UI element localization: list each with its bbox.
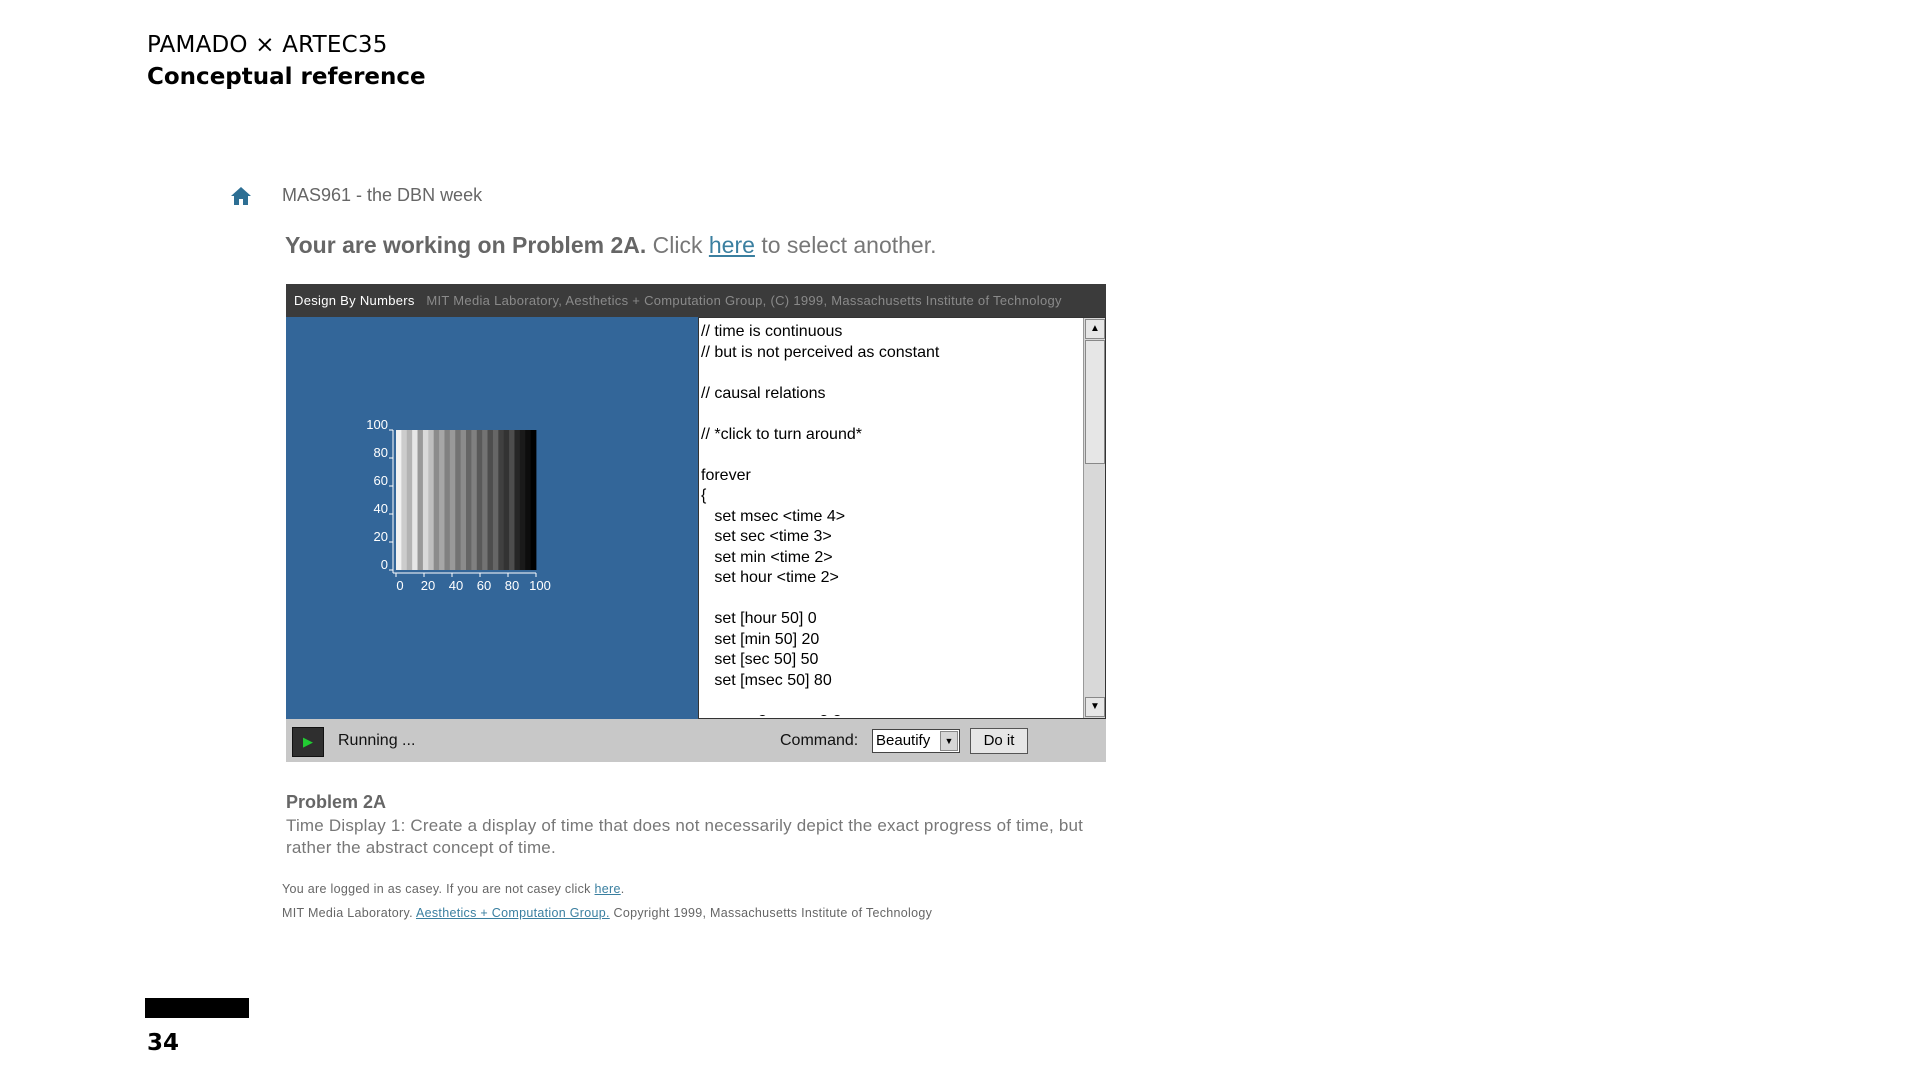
do-it-button[interactable]: Do it: [970, 728, 1028, 754]
applet-controls: ▶ Running ... Command: Beautify ▼ Do it: [286, 719, 1106, 762]
applet-titlebar: Design By Numbers MIT Media Laboratory, …: [286, 284, 1106, 317]
acg-link[interactable]: Aesthetics + Computation Group.: [416, 906, 610, 920]
footer-copy-after: Copyright 1999, Massachusetts Institute …: [609, 906, 933, 920]
y-tick-label: 40: [374, 501, 388, 516]
status-text: Running ...: [338, 732, 416, 749]
command-selected: Beautify: [876, 732, 931, 749]
scroll-down-button[interactable]: ▼: [1085, 697, 1105, 717]
page-number: 34: [147, 1030, 180, 1056]
problem-heading-strong: Your are working on Problem 2A.: [285, 232, 647, 258]
scroll-thumb[interactable]: [1085, 340, 1105, 464]
x-tick-label: 20: [421, 578, 435, 593]
slide-subtitle: Conceptual reference: [147, 64, 426, 90]
footer-login: You are logged in as casey. If you are n…: [282, 882, 625, 896]
footer-login-end: .: [620, 882, 625, 896]
problem-heading: Your are working on Problem 2A. Click he…: [285, 232, 937, 259]
y-tick-label: 60: [374, 473, 388, 488]
site-title: MAS961 - the DBN week: [282, 185, 483, 205]
plot-column: [449, 430, 456, 570]
home-icon[interactable]: [230, 185, 252, 207]
logout-link[interactable]: here: [595, 882, 621, 896]
x-tick-label: 0: [396, 578, 403, 593]
plot-column: [525, 430, 532, 570]
plot-column: [433, 430, 440, 570]
problem-heading-after: to select another.: [754, 232, 937, 258]
y-tick-label: 20: [374, 529, 388, 544]
plot-column: [439, 430, 445, 570]
code-text[interactable]: // time is continuous // but is not perc…: [701, 322, 1081, 716]
command-label: Command:: [780, 732, 859, 749]
plot-column: [503, 430, 510, 570]
x-tick-label: 80: [505, 578, 519, 593]
x-tick-label: 40: [449, 578, 463, 593]
plot-cells: [396, 430, 537, 570]
dbn-plot[interactable]: 0 20 40 60 80 100 0 20 40 60 80 100: [346, 417, 586, 617]
applet-name: Design By Numbers: [294, 293, 415, 308]
plot-column: [482, 430, 488, 570]
slide-header: PAMADO × ARTEC35 Conceptual reference: [147, 30, 426, 94]
dbn-canvas-panel[interactable]: 0 20 40 60 80 100 0 20 40 60 80 100: [286, 317, 698, 719]
code-scrollbar[interactable]: ▲ ▼: [1083, 318, 1105, 718]
plot-column: [417, 430, 424, 570]
problem-title: Problem 2A: [286, 792, 387, 812]
plot-column: [466, 430, 472, 570]
problem-description: Time Display 1: Create a display of time…: [286, 816, 1084, 857]
plot-column: [460, 430, 467, 570]
plot-column: [455, 430, 462, 570]
plot-column: [406, 430, 413, 570]
plot-column: [412, 430, 418, 570]
select-another-link[interactable]: here: [709, 232, 755, 258]
y-tick-label: 100: [366, 417, 388, 432]
play-button[interactable]: ▶: [292, 727, 324, 757]
plot-column: [428, 430, 435, 570]
plot-column: [530, 430, 537, 570]
applet-credit: MIT Media Laboratory, Aesthetics + Compu…: [426, 293, 1062, 308]
slide-brand: PAMADO × ARTEC35: [147, 32, 388, 58]
play-icon: ▶: [303, 734, 313, 749]
command-select[interactable]: Beautify ▼: [872, 729, 960, 753]
plot-column: [514, 430, 521, 570]
footer-copyright: MIT Media Laboratory. Aesthetics + Compu…: [282, 906, 932, 920]
plot-column: [471, 430, 478, 570]
y-tick-label: 80: [374, 445, 388, 460]
chevron-down-icon[interactable]: ▼: [940, 731, 958, 751]
plot-column: [519, 430, 526, 570]
dbn-applet: Design By Numbers MIT Media Laboratory, …: [286, 284, 1106, 762]
code-editor[interactable]: // time is continuous // but is not perc…: [698, 317, 1106, 719]
plot-column: [487, 430, 494, 570]
plot-column: [401, 430, 408, 570]
problem-heading-before: Click: [646, 232, 709, 258]
plot-column: [396, 430, 402, 570]
y-tick-label: 0: [381, 557, 388, 572]
x-tick-label: 100: [529, 578, 551, 593]
plot-column: [444, 430, 451, 570]
plot-column: [476, 430, 483, 570]
page-bar: [145, 998, 249, 1018]
footer-copy-before: MIT Media Laboratory.: [282, 906, 416, 920]
x-tick-label: 60: [477, 578, 491, 593]
scroll-up-button[interactable]: ▲: [1085, 319, 1105, 339]
plot-column: [509, 430, 515, 570]
plot-column: [492, 430, 499, 570]
plot-column: [498, 430, 505, 570]
plot-column: [422, 430, 429, 570]
footer-login-text: You are logged in as casey. If you are n…: [282, 882, 595, 896]
